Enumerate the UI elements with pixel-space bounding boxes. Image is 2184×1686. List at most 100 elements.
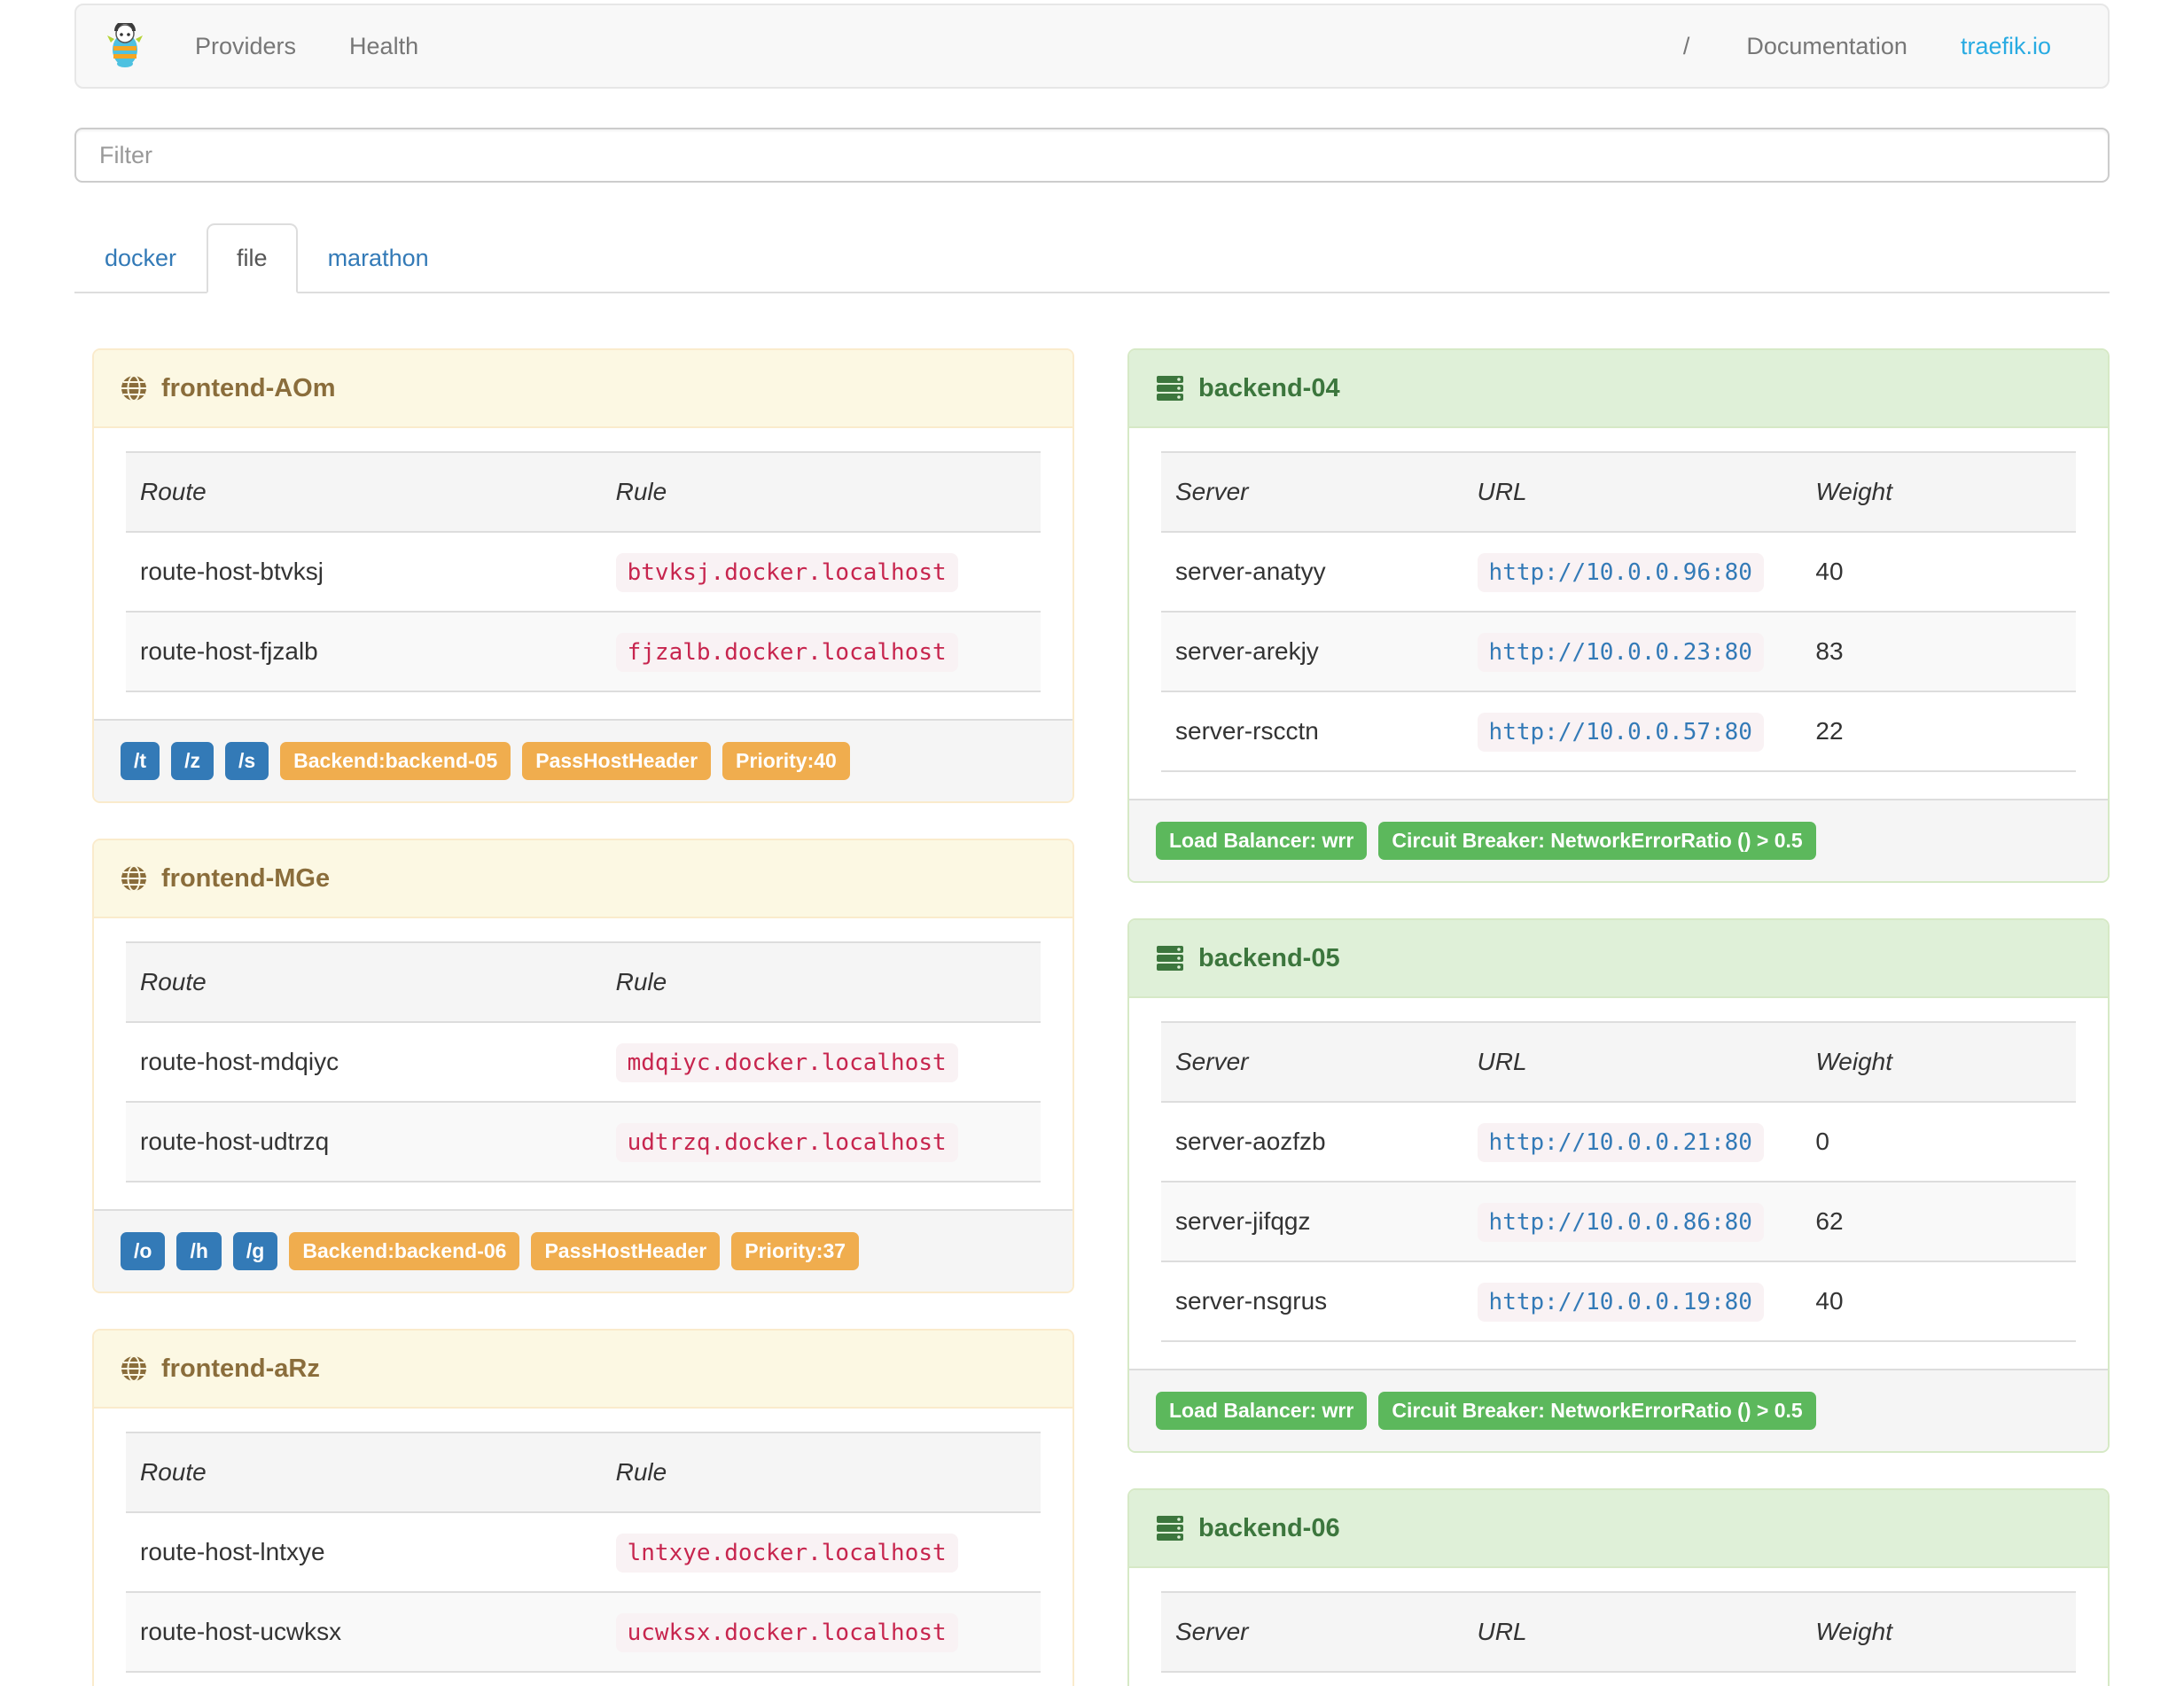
server-url-cell: http://10.0.0.18:80: [1463, 1672, 1802, 1686]
column-header: Weight: [1815, 1618, 1893, 1645]
server-url-link[interactable]: http://10.0.0.19:80: [1477, 1283, 1764, 1322]
frontend-card-footer: /t/z/s Backend:backend-05 PassHostHeader Pr…: [94, 719, 1072, 801]
nav-link-providers[interactable]: Providers: [168, 33, 323, 60]
backend-card: backend-06 Server URL Weight server-opbuopht…: [1127, 1488, 2110, 1686]
table-header-row: Server URL Weight: [1161, 1592, 2076, 1672]
server-row: server-opbuophttp://10.0.0.18:8092: [1161, 1672, 2076, 1686]
servers-table: Server URL Weight server-anatyy http://10.0.…: [1161, 451, 2076, 772]
priority-badge: Priority:40: [722, 742, 850, 780]
rule-cell: udtrzq.docker.localhost: [602, 1102, 1041, 1182]
load-balancer-badge: Load Balancer: wrr: [1156, 822, 1368, 860]
rule-cell: fjzalb.docker.localhost: [602, 612, 1041, 691]
route-row: route-host-ucwksx ucwksx.docker.localhost: [126, 1592, 1041, 1672]
rule-cell: lntxye.docker.localhost: [602, 1512, 1041, 1592]
rule-code: lntxye.docker.localhost: [615, 1534, 958, 1573]
route-row: route-host-udtrzq udtrzq.docker.localhost: [126, 1102, 1041, 1182]
circuit-breaker-badge: Circuit Breaker: NetworkErrorRatio () > …: [1378, 1392, 1816, 1430]
frontend-card-heading: frontend-aRz: [94, 1331, 1072, 1409]
frontend-card-footer: /o/h/g Backend:backend-06 PassHostHeader Pr…: [94, 1209, 1072, 1292]
globe-icon: [121, 865, 147, 892]
rule-cell: ucwksx.docker.localhost: [602, 1592, 1041, 1672]
backend-card: backend-05 Server URL Weight server-aozfzb ht…: [1127, 918, 2110, 1453]
route-path-badge: /g: [232, 1232, 278, 1270]
rule-cell: mdqiyc.docker.localhost: [602, 1022, 1041, 1102]
filter-input[interactable]: [74, 128, 2110, 183]
server-url-link[interactable]: http://10.0.0.86:80: [1477, 1203, 1764, 1242]
servers-table: Server URL Weight server-opbuophttp://10.0.…: [1161, 1591, 2076, 1686]
server-url-link[interactable]: http://10.0.0.57:80: [1477, 713, 1764, 752]
column-header: Rule: [615, 478, 667, 505]
nav-link-health[interactable]: Health: [323, 33, 445, 60]
rule-code: ucwksx.docker.localhost: [615, 1613, 958, 1652]
tab-docker[interactable]: docker: [74, 223, 207, 293]
table-header-row: Route Rule: [126, 1432, 1041, 1512]
column-header: URL: [1477, 1618, 1527, 1645]
route-row: route-host-lntxye lntxye.docker.localhost: [126, 1512, 1041, 1592]
route-row: route-host-mdqiyc mdqiyc.docker.localhost: [126, 1022, 1041, 1102]
frontends-column: frontend-AOm Route Rule route-host-btvksj bt…: [92, 348, 1074, 1686]
table-header-row: Server URL Weight: [1161, 452, 2076, 532]
backend-card-footer: Load Balancer: wrr Circuit Breaker: Netwo…: [1129, 1369, 2108, 1451]
route-name-cell: route-host-lntxye: [140, 1538, 325, 1565]
column-header: Rule: [615, 968, 667, 995]
server-url-link[interactable]: http://10.0.0.21:80: [1477, 1123, 1764, 1162]
route-path-badge: /o: [121, 1232, 166, 1270]
backend-ref-badge: Backend:backend-06: [289, 1232, 520, 1270]
tab-file[interactable]: file: [207, 223, 298, 293]
server-row: server-jifqgz http://10.0.0.86:80 62: [1161, 1182, 2076, 1261]
tab-marathon[interactable]: marathon: [298, 223, 459, 293]
panel-title: backend-06: [1198, 1513, 1340, 1542]
column-header: Server: [1175, 478, 1249, 505]
server-name-cell: server-nsgrus: [1175, 1287, 1328, 1315]
backend-ref-badge: Backend:backend-05: [280, 742, 511, 780]
server-name-cell: server-aozfzb: [1175, 1128, 1326, 1155]
server-icon: [1156, 1514, 1184, 1542]
server-row: server-arekjy http://10.0.0.23:80 83: [1161, 612, 2076, 691]
column-header: Rule: [615, 1458, 667, 1486]
server-name-cell: server-arekjy: [1175, 637, 1319, 665]
backend-card-heading: backend-05: [1129, 920, 2108, 998]
backend-card-footer: Load Balancer: wrr Circuit Breaker: Netwo…: [1129, 799, 2108, 881]
nav-link-documentation[interactable]: Documentation: [1720, 33, 1934, 60]
nav-link-traefik-io[interactable]: traefik.io: [1934, 33, 2078, 60]
server-icon: [1156, 374, 1184, 402]
column-header: URL: [1477, 478, 1527, 505]
load-balancer-badge: Load Balancer: wrr: [1156, 1392, 1368, 1430]
column-header: Weight: [1815, 478, 1893, 505]
provider-tabs: docker file marathon: [74, 223, 2110, 293]
backends-column: backend-04 Server URL Weight server-anatyy ht…: [1127, 348, 2110, 1686]
frontend-card: frontend-AOm Route Rule route-host-btvksj bt…: [92, 348, 1074, 803]
frontend-card: frontend-aRz Route Rule route-host-lntxye ln…: [92, 1329, 1074, 1686]
server-name-cell: server-anatyy: [1175, 558, 1326, 585]
panel-title: frontend-AOm: [161, 373, 336, 402]
frontend-card-heading: frontend-MGe: [94, 840, 1072, 918]
server-row: server-rscctn http://10.0.0.57:80 22: [1161, 691, 2076, 771]
route-path-badge: /z: [171, 742, 214, 780]
column-header: URL: [1477, 1048, 1527, 1075]
server-name-cell: server-opbuop: [1161, 1672, 1463, 1686]
filter-bar: [74, 128, 2110, 183]
route-name-cell: route-host-fjzalb: [140, 637, 318, 665]
globe-icon: [121, 1355, 147, 1382]
column-header: Route: [140, 478, 207, 505]
traefik-dashboard: Providers Health / Documentation traefik…: [0, 0, 2184, 1686]
panel-title: frontend-MGe: [161, 863, 331, 893]
column-header: Route: [140, 968, 207, 995]
frontend-card: frontend-MGe Route Rule route-host-mdqiyc md…: [92, 839, 1074, 1293]
nav-separator: /: [1682, 32, 1690, 59]
frontend-card-body: Route Rule route-host-lntxye lntxye.docker.…: [94, 1409, 1072, 1686]
server-url-link[interactable]: http://10.0.0.23:80: [1477, 633, 1764, 672]
pass-host-header-badge: PassHostHeader: [531, 1232, 721, 1270]
route-name-cell: route-host-ucwksx: [140, 1618, 342, 1645]
panel-title: backend-05: [1198, 943, 1340, 972]
table-header-row: Route Rule: [126, 452, 1041, 532]
server-url-cell: http://10.0.0.23:80: [1463, 612, 1802, 691]
column-header: Weight: [1815, 1048, 1893, 1075]
column-header: Server: [1175, 1618, 1249, 1645]
backend-card-body: Server URL Weight server-anatyy http://10.0.…: [1129, 428, 2108, 799]
weight-cell: 40: [1815, 558, 1844, 585]
server-icon: [1156, 944, 1184, 972]
column-header: Route: [140, 1458, 207, 1486]
server-url-link[interactable]: http://10.0.0.96:80: [1477, 553, 1764, 592]
circuit-breaker-badge: Circuit Breaker: NetworkErrorRatio () > …: [1378, 822, 1816, 860]
